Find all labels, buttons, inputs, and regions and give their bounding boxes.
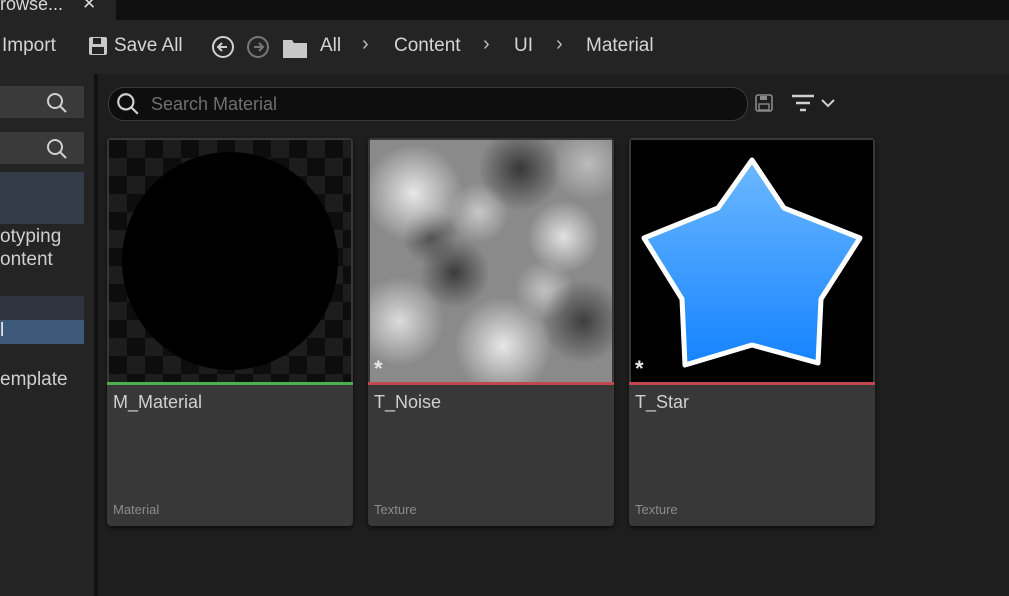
asset-thumbnail: * [631,140,873,382]
chevron-right-icon: › [362,33,369,55]
asset-tile[interactable]: M_Material Material [107,138,353,526]
search-icon[interactable] [45,137,69,161]
save-search-icon[interactable] [754,93,774,113]
folder-item-label[interactable]: ontent [0,249,53,271]
asset-type-bar [368,382,614,385]
save-all-label: Save All [114,35,183,56]
search-input[interactable] [149,91,733,117]
folder-item-selected[interactable]: l [0,320,84,344]
asset-name: T_Star [635,392,690,412]
breadcrumb-item[interactable]: Material [586,35,654,57]
filter-button[interactable] [790,91,840,115]
back-icon[interactable] [211,35,235,59]
asset-type-bar [629,382,875,385]
breadcrumb-item[interactable]: UI [514,35,533,57]
breadcrumb-item[interactable]: All [320,35,341,57]
folder-item-label: l [0,320,5,341]
asset-thumbnail: * [370,140,612,382]
folder-item-row[interactable] [0,296,84,320]
asset-tile[interactable]: * T_Noise Texture [368,138,614,526]
forward-icon[interactable] [246,35,270,59]
folder-item-label[interactable]: otyping [0,226,61,248]
star-preview [641,157,863,368]
asset-type: Texture [374,502,417,517]
folders-search[interactable] [0,132,84,164]
folder-icon[interactable] [282,37,308,59]
asset-type: Texture [635,502,678,517]
chevron-down-icon [821,99,835,108]
asset-name: T_Noise [374,392,442,412]
folder-item-label[interactable]: emplate [0,369,68,391]
tab-content-browser[interactable]: rowse... ✕ [0,0,116,20]
save-all-button[interactable]: Save All [88,34,188,60]
sources-panel: otyping ontent l emplate [0,74,94,596]
asset-type-bar [107,382,353,385]
breadcrumb-item[interactable]: Content [394,35,461,57]
asset-name: M_Material [113,392,203,412]
tab-bar: rowse... ✕ [0,0,1009,20]
asset-type: Material [113,502,160,517]
search-icon [117,93,139,115]
asterisk-icon: * [635,356,644,381]
favorites-search[interactable] [0,86,84,118]
save-icon [89,37,107,55]
toolbar: Import Save All All › Content › UI › Mat… [0,20,1009,74]
asset-view: M_Material Material * T_Noise Texture * [98,74,1009,596]
folder-item-highlight[interactable] [0,172,84,224]
sphere-preview [122,152,338,370]
asset-tile[interactable]: * T_Star Texture [629,138,875,526]
asset-thumbnail [109,140,351,382]
chevron-right-icon: › [556,33,563,55]
filter-icon [792,94,814,112]
asterisk-icon: * [374,356,383,381]
tab-title: rowse... [0,0,64,14]
chevron-right-icon: › [483,33,490,55]
close-icon[interactable]: ✕ [82,0,96,14]
search-box[interactable] [108,87,748,121]
import-button[interactable]: Import [2,35,56,57]
search-icon[interactable] [45,91,69,115]
